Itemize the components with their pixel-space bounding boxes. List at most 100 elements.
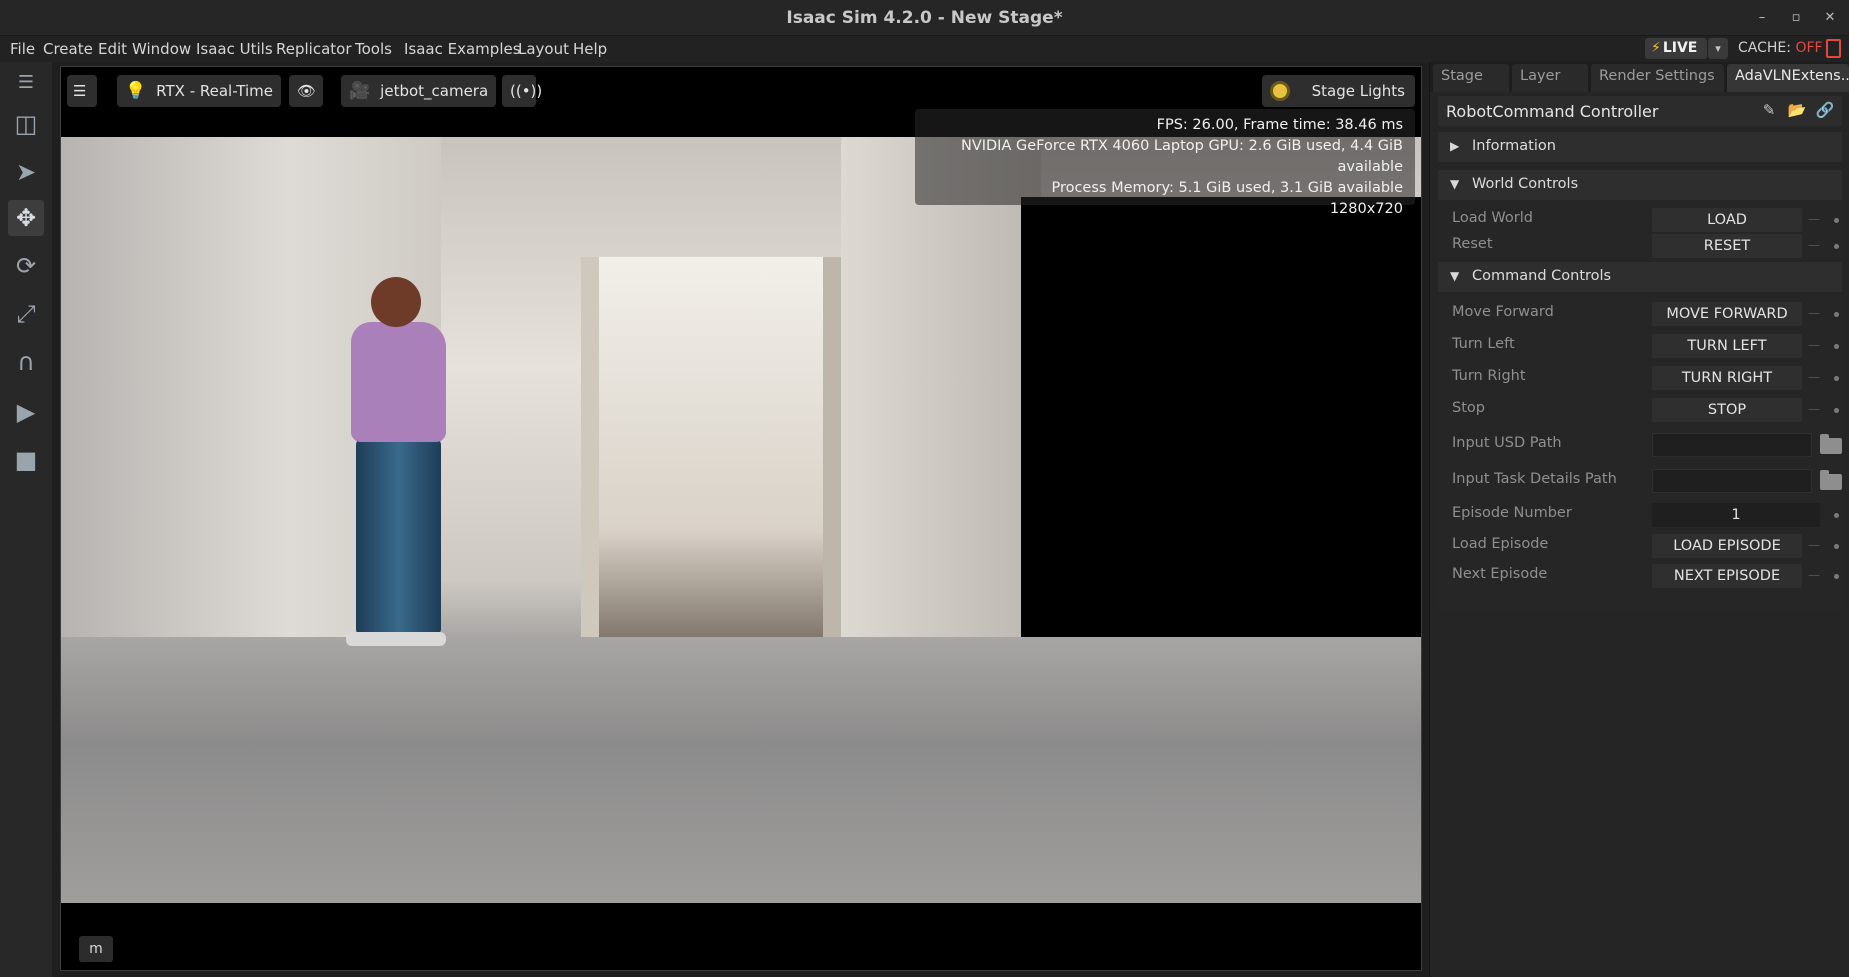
reset-default-dot[interactable] [1834, 344, 1839, 349]
menu-bar: File Create Edit Window Isaac Utils Repl… [0, 36, 1849, 62]
menu-isaac-utils[interactable]: Isaac Utils [196, 40, 273, 58]
select-arrow-icon[interactable]: ➤ [8, 154, 44, 190]
divider-dash: — [1808, 402, 1820, 416]
memory-readout: Process Memory: 5.1 GiB used, 3.1 GiB av… [1051, 180, 1403, 196]
reset-default-dot[interactable] [1834, 312, 1839, 317]
stop-icon[interactable]: ■ [8, 442, 44, 478]
divider-dash: — [1808, 238, 1820, 252]
close-button[interactable]: ✕ [1819, 8, 1841, 28]
panel-tabs: Stage Layer Render Settings AdaVLNExtens… [1430, 62, 1849, 92]
section-command-controls-title: Command Controls [1472, 268, 1612, 284]
gpu-readout: NVIDIA GeForce RTX 4060 Laptop GPU: 2.6 … [960, 138, 1403, 175]
snap-magnet-icon[interactable]: ∩ [8, 344, 44, 380]
move-forward-label: Move Forward [1452, 304, 1554, 320]
live-dropdown-button[interactable]: ▾ [1708, 38, 1728, 59]
scale-icon[interactable]: ⤢ [8, 296, 44, 332]
menu-file[interactable]: File [10, 40, 35, 58]
play-icon[interactable]: ▶ [8, 394, 44, 430]
restore-button[interactable]: ▫ [1785, 8, 1807, 28]
menu-help[interactable]: Help [573, 40, 607, 58]
settings-sliders-icon[interactable]: ☰ [67, 75, 97, 107]
edit-icon[interactable]: ✎ [1758, 101, 1780, 121]
tab-stage[interactable]: Stage [1433, 64, 1509, 92]
menu-window[interactable]: Window [132, 40, 191, 58]
hamburger-icon[interactable]: ☰ [8, 64, 44, 100]
folder-icon[interactable] [1820, 470, 1842, 490]
input-usd-path-field[interactable] [1652, 433, 1812, 457]
menu-layout[interactable]: Layout [518, 40, 569, 58]
input-task-path-field[interactable] [1652, 469, 1812, 493]
fps-readout: FPS: 26.00, Frame time: 38.46 ms [1156, 117, 1403, 133]
sun-icon [1269, 81, 1290, 101]
load-episode-button[interactable]: LOAD EPISODE [1652, 534, 1802, 558]
panel-title: RobotCommand Controller [1446, 102, 1659, 121]
link-icon[interactable]: 🔗 [1814, 101, 1836, 121]
open-folder-icon[interactable]: 📂 [1786, 101, 1808, 121]
viewport-m-button[interactable]: m [79, 936, 113, 962]
minimize-button[interactable]: – [1751, 8, 1773, 28]
reset-default-dot[interactable] [1834, 218, 1839, 223]
section-command-controls[interactable]: ▼ Command Controls [1438, 262, 1842, 292]
reset-button[interactable]: RESET [1652, 234, 1802, 258]
rotate-icon[interactable]: ⟳ [8, 248, 44, 284]
title-bar: Isaac Sim 4.2.0 - New Stage* – ▫ ✕ [0, 0, 1849, 36]
live-label: LIVE [1662, 40, 1698, 56]
camera-button[interactable]: 🎥 jetbot_camera [341, 75, 497, 107]
scene-wall-right [841, 137, 1041, 697]
folder-icon[interactable] [1820, 434, 1842, 454]
lightning-icon: ⚡ [1651, 40, 1661, 56]
move-forward-button[interactable]: MOVE FORWARD [1652, 302, 1802, 326]
render-mode-label: RTX - Real-Time [156, 82, 273, 100]
input-task-path-label: Input Task Details Path [1452, 471, 1617, 487]
reset-default-dot[interactable] [1834, 376, 1839, 381]
broadcast-icon[interactable]: ((•)) [502, 75, 542, 107]
menu-isaac-examples[interactable]: Isaac Examples [404, 40, 521, 58]
divider-dash: — [1808, 370, 1820, 384]
cache-label: CACHE: [1738, 40, 1791, 56]
command-controls-body: Move Forward MOVE FORWARD — Turn Left TU… [1438, 292, 1842, 610]
menu-edit[interactable]: Edit [98, 40, 127, 58]
section-information[interactable]: ▶ Information [1438, 132, 1842, 162]
section-information-title: Information [1472, 138, 1556, 154]
menu-tools[interactable]: Tools [355, 40, 392, 58]
turn-left-label: Turn Left [1452, 336, 1515, 352]
next-episode-button[interactable]: NEXT EPISODE [1652, 564, 1802, 588]
load-world-button[interactable]: LOAD [1652, 208, 1802, 232]
section-world-controls[interactable]: ▼ World Controls [1438, 170, 1842, 200]
episode-number-field[interactable]: 1 [1652, 503, 1820, 527]
cache-state[interactable]: OFF [1795, 40, 1822, 56]
cache-file-icon[interactable] [1826, 39, 1841, 58]
lightbulb-icon: 💡 [125, 81, 147, 101]
stop-button[interactable]: STOP [1652, 398, 1802, 422]
reset-default-dot[interactable] [1834, 544, 1839, 549]
turn-right-label: Turn Right [1452, 368, 1526, 384]
stats-overlay: FPS: 26.00, Frame time: 38.46 ms NVIDIA … [915, 109, 1415, 217]
section-world-controls-title: World Controls [1472, 176, 1579, 192]
expanded-arrow-icon: ▼ [1450, 269, 1460, 283]
world-controls-body: Load World LOAD — Reset RESET — [1438, 200, 1842, 258]
viewport[interactable]: ☰ 💡 RTX - Real-Time 👁 🎥 jetbot_camera ((•)… [60, 66, 1422, 971]
tab-adavln-extension[interactable]: AdaVLNExtens... [1727, 64, 1849, 92]
next-episode-label: Next Episode [1452, 566, 1548, 582]
live-button[interactable]: ⚡ LIVE [1645, 38, 1707, 59]
turn-right-button[interactable]: TURN RIGHT [1652, 366, 1802, 390]
reset-default-dot[interactable] [1834, 574, 1839, 579]
scene-floor [61, 637, 1421, 903]
reset-default-dot[interactable] [1834, 244, 1839, 249]
render-mode-button[interactable]: 💡 RTX - Real-Time [117, 75, 281, 107]
cube-icon[interactable]: ◫ [8, 106, 44, 142]
panel-header: RobotCommand Controller ✎ 📂 🔗 [1438, 96, 1842, 126]
eye-icon[interactable]: 👁 [289, 75, 323, 107]
camera-label: jetbot_camera [380, 82, 489, 100]
tab-layer[interactable]: Layer [1512, 64, 1588, 92]
menu-create[interactable]: Create [43, 40, 93, 58]
tab-render-settings[interactable]: Render Settings [1591, 64, 1724, 92]
reset-default-dot[interactable] [1834, 408, 1839, 413]
reset-default-dot[interactable] [1834, 513, 1839, 518]
move-icon[interactable]: ✥ [8, 200, 44, 236]
turn-left-button[interactable]: TURN LEFT [1652, 334, 1802, 358]
window-title: Isaac Sim 4.2.0 - New Stage* [786, 8, 1063, 28]
stage-lights-button[interactable]: Stage Lights [1261, 75, 1415, 107]
input-usd-path-label: Input USD Path [1452, 435, 1562, 451]
menu-replicator[interactable]: Replicator [276, 40, 352, 58]
